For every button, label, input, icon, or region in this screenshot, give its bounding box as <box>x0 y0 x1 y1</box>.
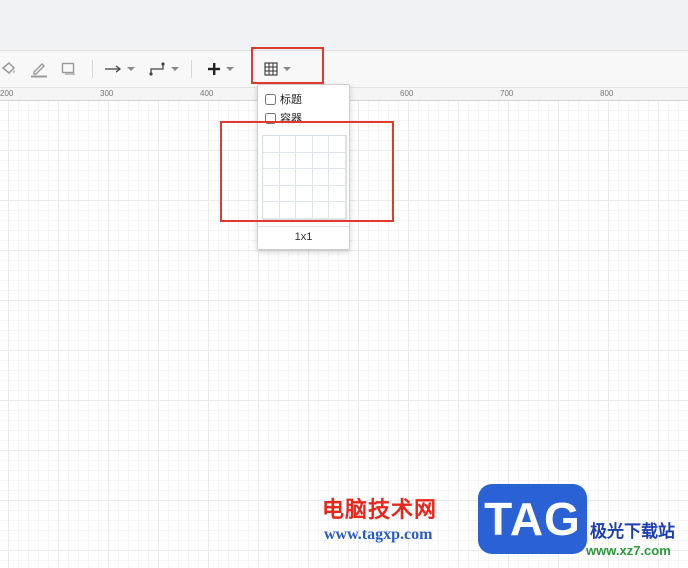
toolbar-divider <box>191 60 192 78</box>
elbow-connector-icon <box>148 62 165 76</box>
chevron-down-icon <box>126 67 135 71</box>
pencil-icon <box>31 63 47 78</box>
ruler-label: 400 <box>200 89 214 98</box>
title-option-label: 标题 <box>280 94 302 106</box>
toolbar-divider <box>92 60 93 78</box>
watermark-right-url: www.xz7.com <box>586 543 671 558</box>
fill-color-button[interactable] <box>0 51 18 87</box>
insert-button[interactable] <box>202 51 238 87</box>
popup-divider <box>258 226 349 227</box>
table-button-highlight <box>251 47 324 84</box>
chevron-down-icon <box>170 67 179 71</box>
tag-logo: TAG <box>478 484 587 554</box>
ruler-label: 800 <box>600 89 614 98</box>
shadow-button[interactable] <box>58 51 80 87</box>
ruler-label: 200 <box>0 89 14 98</box>
watermark-site-url: www.tagxp.com <box>324 526 433 543</box>
plus-icon <box>207 63 220 75</box>
line-color-button[interactable] <box>28 51 50 87</box>
watermark-site-name: 电脑技术网 <box>322 497 438 522</box>
chevron-down-icon <box>225 67 234 71</box>
ruler-label: 600 <box>400 89 414 98</box>
watermark-right-text: 极光下载站 <box>590 522 675 541</box>
arrow-right-icon <box>104 65 121 73</box>
paint-bucket-icon <box>1 61 16 75</box>
title-checkbox[interactable] <box>265 93 276 105</box>
title-option[interactable]: 标题 <box>265 91 302 107</box>
shadow-rect-icon <box>61 62 75 75</box>
ruler-label: 300 <box>100 89 114 98</box>
top-bar <box>0 0 688 51</box>
grid-picker-highlight <box>220 121 394 222</box>
format-toolbar <box>0 51 688 88</box>
ruler-label: 700 <box>500 89 514 98</box>
table-size-label: 1x1 <box>294 231 313 243</box>
connector-style-button[interactable] <box>102 51 136 87</box>
waypoint-style-button[interactable] <box>146 51 180 87</box>
